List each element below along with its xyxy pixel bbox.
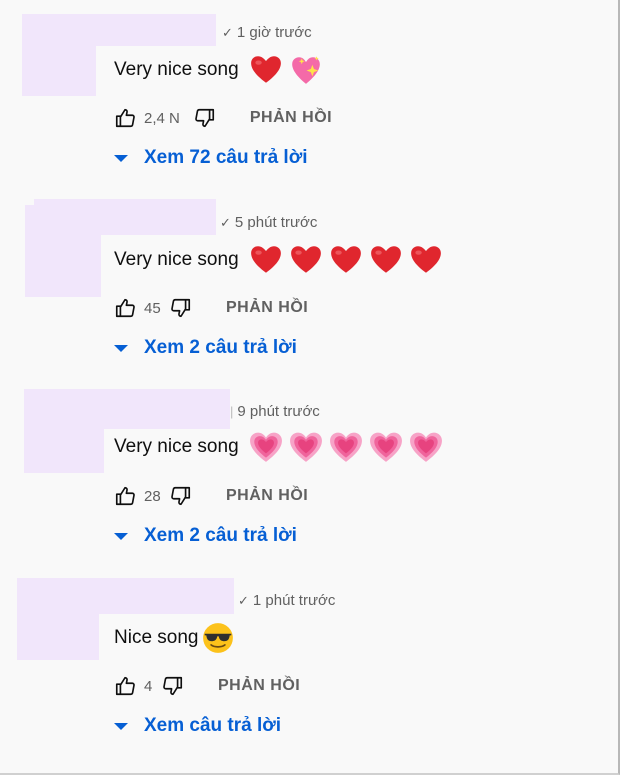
growing-heart-icon — [409, 432, 442, 462]
view-replies-button[interactable]: Xem câu trả lời — [114, 715, 281, 737]
comment-text: Nice song — [114, 620, 235, 656]
reply-button[interactable]: PHẢN HỒI — [226, 487, 308, 505]
redacted-avatar — [22, 14, 96, 96]
comment-actions: 45 PHẢN HỒI — [114, 296, 308, 320]
comment-text: Very nice song — [114, 241, 443, 279]
thumbs-up-icon — [115, 486, 135, 506]
comment-timestamp: ✓ 1 giờ trước — [222, 24, 312, 41]
check-icon: ✓ — [220, 214, 231, 230]
sunglasses-face-icon — [202, 623, 233, 653]
dislike-button[interactable] — [170, 297, 192, 319]
redacted-avatar — [17, 578, 99, 660]
caret-down-icon — [114, 722, 128, 730]
reply-button[interactable]: PHẢN HỒI — [218, 677, 300, 695]
like-button[interactable] — [114, 675, 136, 697]
comment-actions: 28 PHẢN HỒI — [114, 484, 308, 508]
like-count: 2,4 N — [144, 109, 180, 127]
red-heart-icon — [410, 246, 441, 273]
check-icon: | — [230, 404, 234, 419]
red-heart-icon — [330, 246, 361, 273]
thumbs-down-icon — [171, 298, 191, 318]
dislike-button[interactable] — [170, 485, 192, 507]
growing-heart-icon — [249, 432, 282, 462]
red-heart-icon — [250, 246, 281, 273]
comment-actions: 2,4 N PHẢN HỒI — [114, 106, 332, 130]
growing-heart-icon — [289, 432, 322, 462]
comment-timestamp: | 9 phút trước — [230, 403, 320, 420]
growing-heart-icon — [329, 432, 362, 462]
like-button[interactable] — [114, 485, 136, 507]
growing-heart-icon — [369, 432, 402, 462]
thumbs-down-icon — [163, 676, 183, 696]
sparkling-heart-icon — [291, 56, 320, 84]
like-count: 45 — [144, 299, 161, 317]
check-icon: ✓ — [222, 24, 233, 40]
comment-text: Very nice song — [114, 428, 443, 466]
like-button[interactable] — [114, 107, 136, 129]
thumbs-up-icon — [115, 676, 135, 696]
red-heart-icon — [370, 246, 401, 273]
reply-button[interactable]: PHẢN HỒI — [250, 109, 332, 127]
like-count: 28 — [144, 487, 161, 505]
view-replies-button[interactable]: Xem 72 câu trả lời — [114, 147, 307, 169]
redacted-avatar — [24, 389, 104, 473]
red-heart-icon — [250, 56, 281, 83]
red-heart-icon — [290, 246, 321, 273]
caret-down-icon — [114, 344, 128, 352]
view-replies-button[interactable]: Xem 2 câu trả lời — [114, 337, 297, 359]
caret-down-icon — [114, 532, 128, 540]
comment-text: Very nice song — [114, 52, 323, 88]
redacted-avatar — [25, 205, 101, 297]
thumbs-up-icon — [115, 298, 135, 318]
dislike-button[interactable] — [194, 107, 216, 129]
thumbs-down-icon — [171, 486, 191, 506]
like-count: 4 — [144, 677, 153, 695]
dislike-button[interactable] — [162, 675, 184, 697]
view-replies-button[interactable]: Xem 2 câu trả lời — [114, 525, 297, 547]
caret-down-icon — [114, 154, 128, 162]
thumbs-down-icon — [195, 108, 214, 128]
reply-button[interactable]: PHẢN HỒI — [226, 299, 308, 317]
check-icon: ✓ — [238, 592, 249, 608]
comment-timestamp: ✓ 1 phút trước — [238, 592, 336, 609]
like-button[interactable] — [114, 297, 136, 319]
comment-actions: 4 PHẢN HỒI — [114, 674, 300, 698]
thumbs-up-icon — [115, 108, 135, 128]
comment-panel: ✓ 1 giờ trước Very nice song 2,4 N PHẢN … — [0, 0, 620, 775]
comment-timestamp: ✓ 5 phút trước — [220, 214, 318, 231]
